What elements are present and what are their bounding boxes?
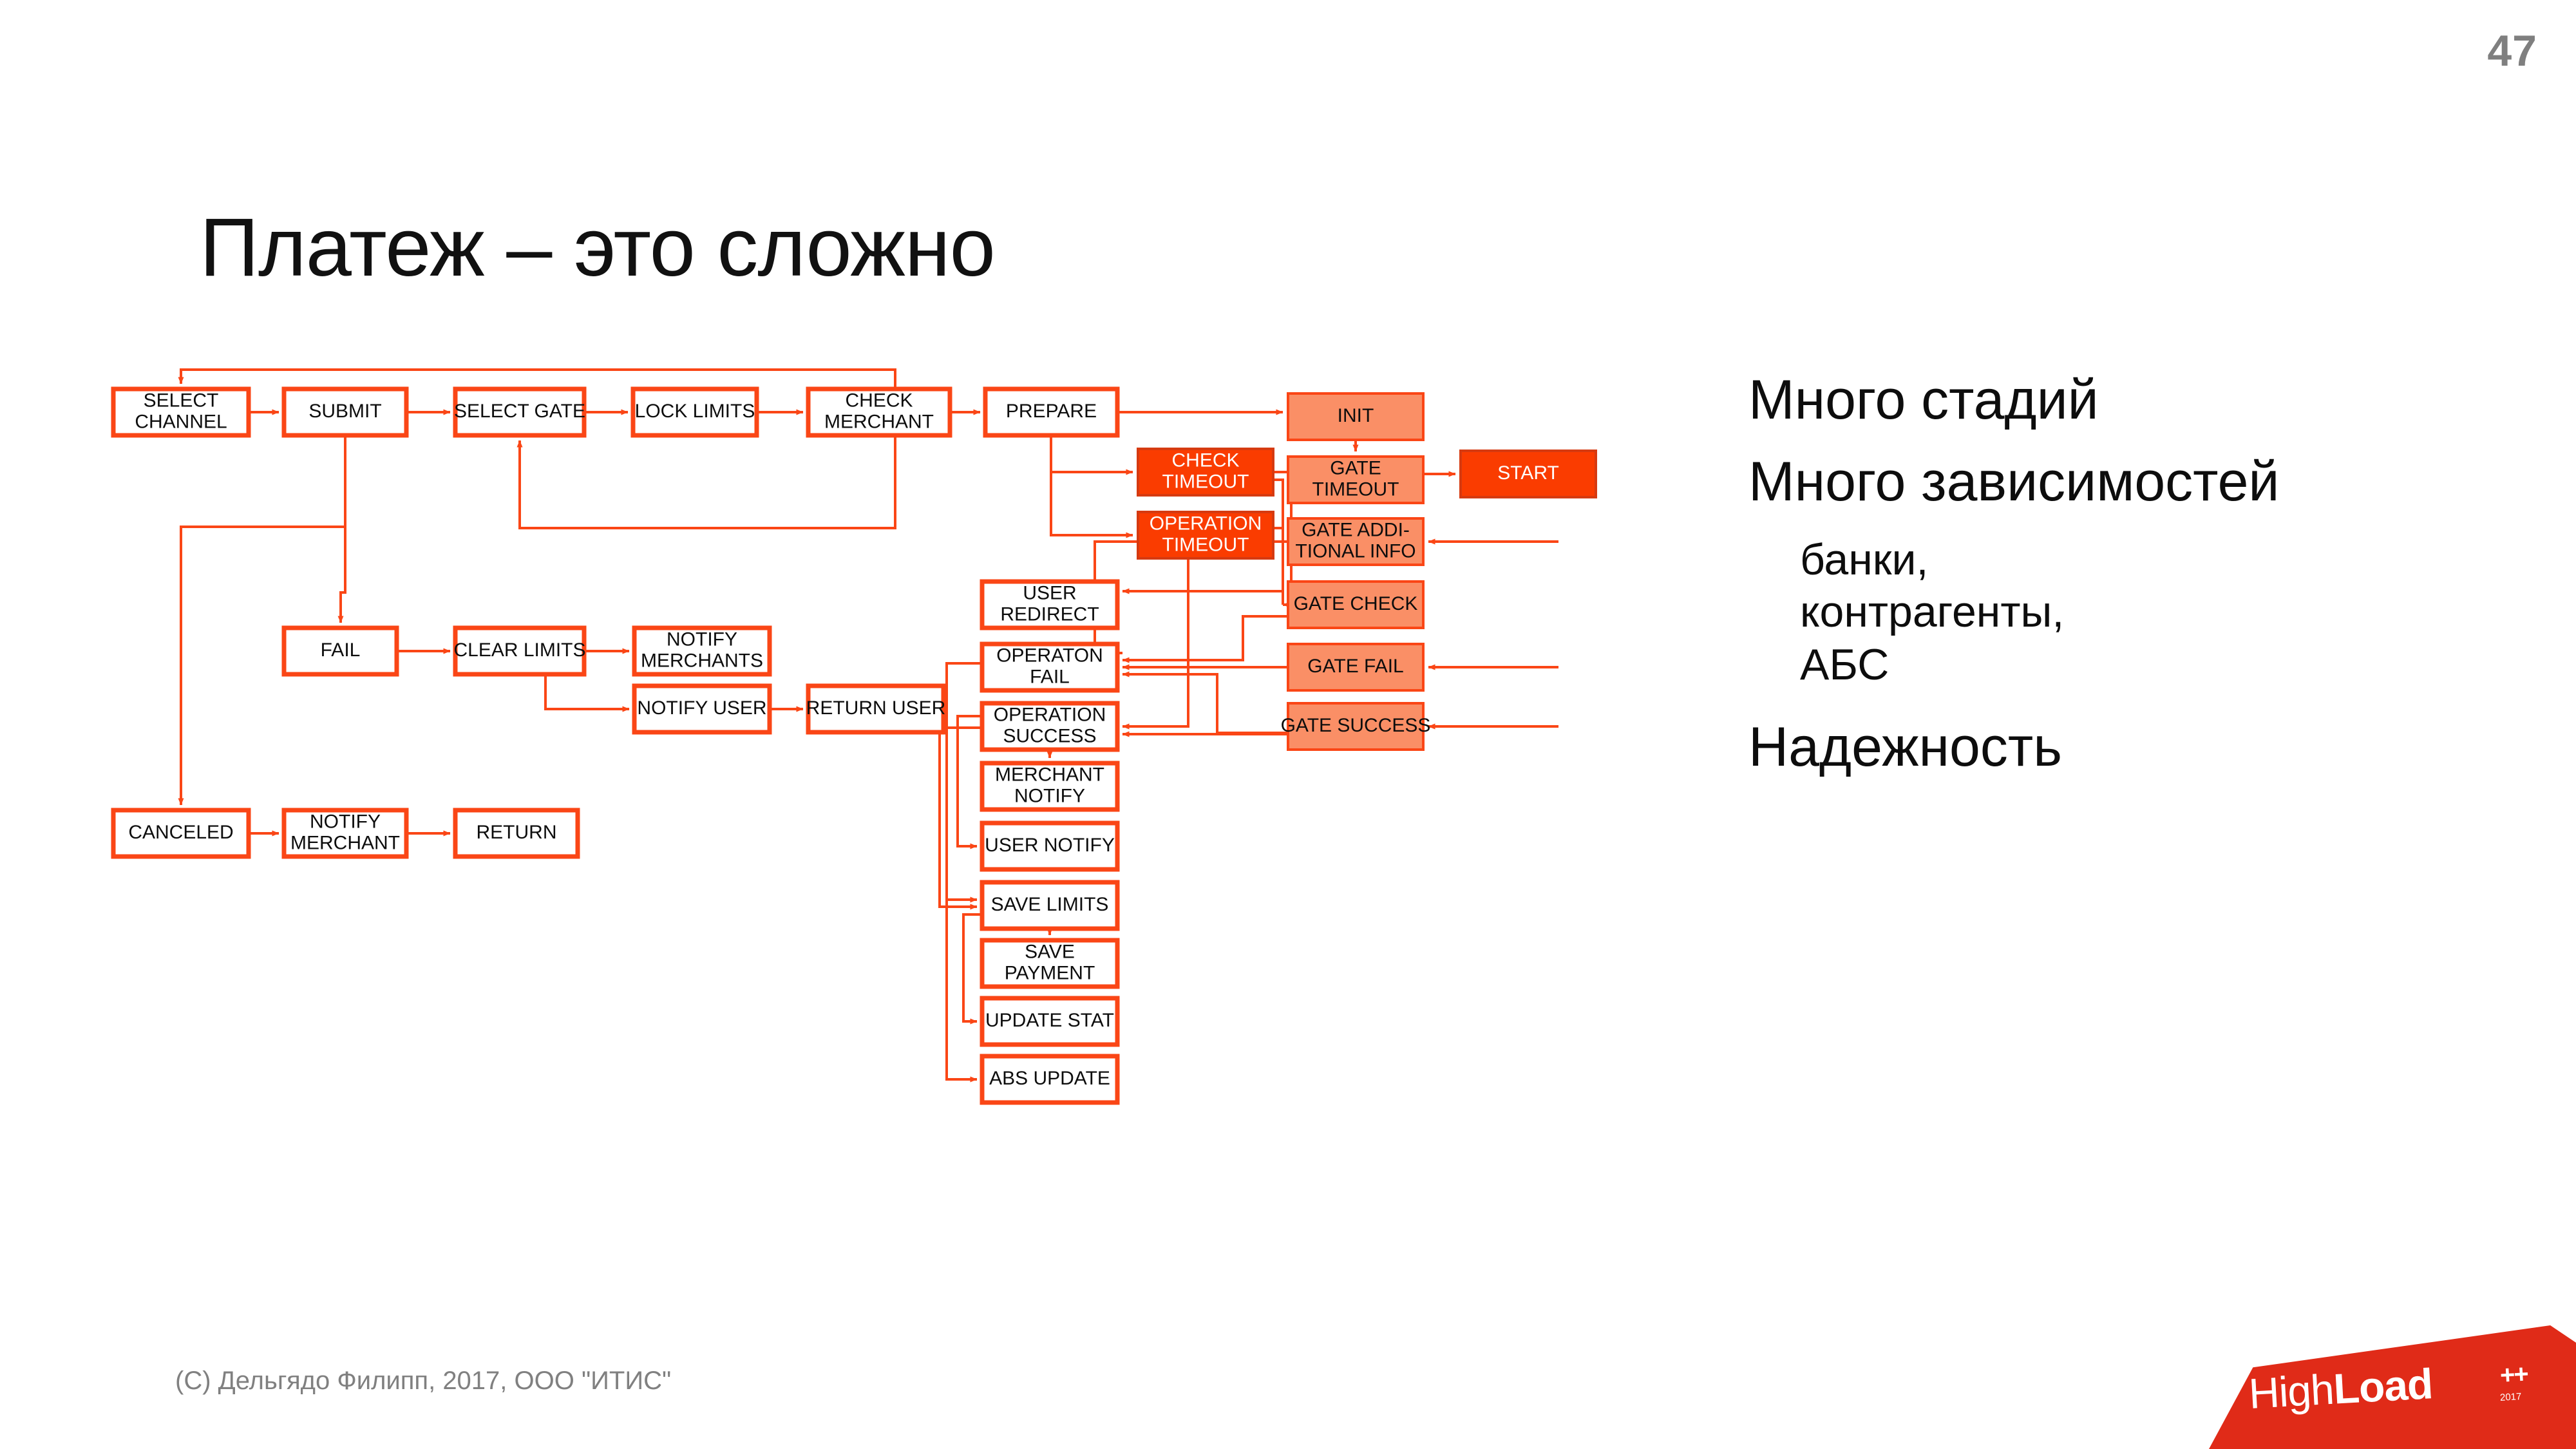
flow-node-merchant_notify[interactable]: MERCHANT NOTIFY [980, 761, 1120, 812]
flow-node-label: FAIL [321, 639, 361, 661]
flow-node-label: SAVE LIMITS [991, 894, 1109, 915]
flow-node-gate_check[interactable]: GATE CHECK [1287, 580, 1425, 629]
flow-node-notify_user[interactable]: NOTIFY USER [632, 683, 772, 735]
highload-logo: HighLoad ++ 2017 [2209, 1325, 2576, 1449]
logo-subtext: 2017 [2499, 1391, 2522, 1403]
bullet-spacer [1748, 692, 2534, 717]
logo-word-load: Load [2332, 1359, 2434, 1413]
logo-wordmark: HighLoad [2248, 1359, 2434, 1418]
flow-node-label: ABS UPDATE [989, 1068, 1110, 1089]
bullet-item: Много зависимостей [1748, 450, 2280, 513]
node-layer: SELECT CHANNEL SUBMIT SELECT GATE LOCK LIMIT… [111, 386, 1597, 1105]
bullet-item: банки, [1800, 535, 1929, 584]
flow-node-prepare[interactable]: PREPARE [983, 386, 1120, 438]
flow-node-label: LOCK LIMITS [635, 401, 755, 422]
flow-node-label: CHECK TIMEOUT [1162, 450, 1249, 492]
flow-node-start[interactable]: START [1459, 450, 1597, 498]
flow-node-label: GATE SUCCESS [1281, 715, 1431, 736]
flow-node-abs_update[interactable]: ABS UPDATE [980, 1054, 1120, 1105]
flow-node-gate_fail[interactable]: GATE FAIL [1287, 643, 1425, 692]
bullet-item: АБС [1800, 639, 1889, 689]
flow-node-label: RETURN [477, 822, 557, 843]
flow-node-save_limits[interactable]: SAVE LIMITS [980, 880, 1120, 931]
flow-node-submit[interactable]: SUBMIT [281, 386, 409, 438]
flow-node-select_gate[interactable]: SELECT GATE [453, 386, 587, 438]
flow-node-notify_merchant[interactable]: NOTIFY MERCHANT [281, 808, 409, 859]
flow-node-label: NOTIFY USER [637, 697, 766, 719]
flow-node-label: OPERATION SUCCESS [994, 704, 1106, 746]
flow-node-operaton_fail[interactable]: OPERATON FAIL [980, 641, 1120, 693]
flow-node-label: RETURN USER [806, 697, 946, 719]
flow-node-gate_success[interactable]: GATE SUCCESS [1281, 702, 1431, 751]
flow-node-select_channel[interactable]: SELECT CHANNEL [111, 386, 251, 438]
flow-node-label: USER NOTIFY [985, 835, 1115, 856]
flow-node-label: START [1497, 462, 1559, 484]
flow-node-save_payment[interactable]: SAVE PAYMENT [980, 938, 1120, 989]
copyright-footer: (С) Дельгядо Филипп, 2017, ООО "ИТИС" [175, 1367, 672, 1395]
flow-node-label: GATE ADDI-TIONAL INFO [1295, 519, 1416, 562]
bullet-list: Много стадий Много зависимостей банки, конт… [1748, 370, 2534, 799]
flow-node-clear_limits[interactable]: CLEAR LIMITS [453, 625, 587, 677]
flow-node-user_notify[interactable]: USER NOTIFY [980, 820, 1120, 872]
flow-node-label: INIT [1338, 405, 1374, 426]
flow-node-user_redirect[interactable]: USER REDIRECT [980, 579, 1120, 630]
flow-node-label: PREPARE [1006, 401, 1097, 422]
flow-node-fail[interactable]: FAIL [281, 625, 399, 677]
flow-node-return[interactable]: RETURN [453, 808, 580, 859]
flow-node-label: GATE FAIL [1307, 656, 1404, 677]
flow-node-label: CANCELED [128, 822, 233, 843]
flow-node-lock_limits[interactable]: LOCK LIMITS [630, 386, 759, 438]
logo-plus: ++ [2499, 1359, 2528, 1390]
flow-node-canceled[interactable]: CANCELED [111, 808, 251, 859]
flow-node-return_user[interactable]: RETURN USER [806, 683, 946, 735]
flow-node-label: SELECT GATE [454, 401, 585, 422]
flow-node-gate_add_info[interactable]: GATE ADDI-TIONAL INFO [1287, 517, 1425, 566]
flow-node-label: SELECT CHANNEL [135, 390, 227, 432]
flow-node-notify_merchants[interactable]: NOTIFY MERCHANTS [632, 625, 772, 677]
logo-word-high: High [2247, 1365, 2335, 1417]
bullet-item: контрагенты, [1800, 587, 2065, 637]
flow-node-init[interactable]: INIT [1287, 392, 1425, 441]
flow-node-operation_timeout[interactable]: OPERATION TIMEOUT [1137, 511, 1274, 560]
flow-node-check_timeout[interactable]: CHECK TIMEOUT [1137, 448, 1274, 497]
flow-node-label: UPDATE STAT [985, 1010, 1114, 1031]
slide-canvas: 47 Платеж – это сложно SELECT CHANNEL SU… [0, 0, 2576, 1449]
bullet-item: Много стадий [1748, 369, 2099, 431]
flow-node-label: OPERATION TIMEOUT [1150, 513, 1262, 555]
flow-node-label: CLEAR LIMITS [453, 639, 585, 661]
flow-node-check_merchant[interactable]: CHECK MERCHANT [806, 386, 952, 438]
flow-node-gate_timeout[interactable]: GATE TIMEOUT [1287, 455, 1425, 504]
flow-node-update_stat[interactable]: UPDATE STAT [980, 996, 1120, 1047]
bullet-item: Надежность [1748, 715, 2063, 778]
flow-node-label: GATE CHECK [1294, 593, 1418, 614]
flow-node-label: SUBMIT [308, 401, 381, 422]
flow-node-operation_success[interactable]: OPERATION SUCCESS [980, 701, 1120, 752]
